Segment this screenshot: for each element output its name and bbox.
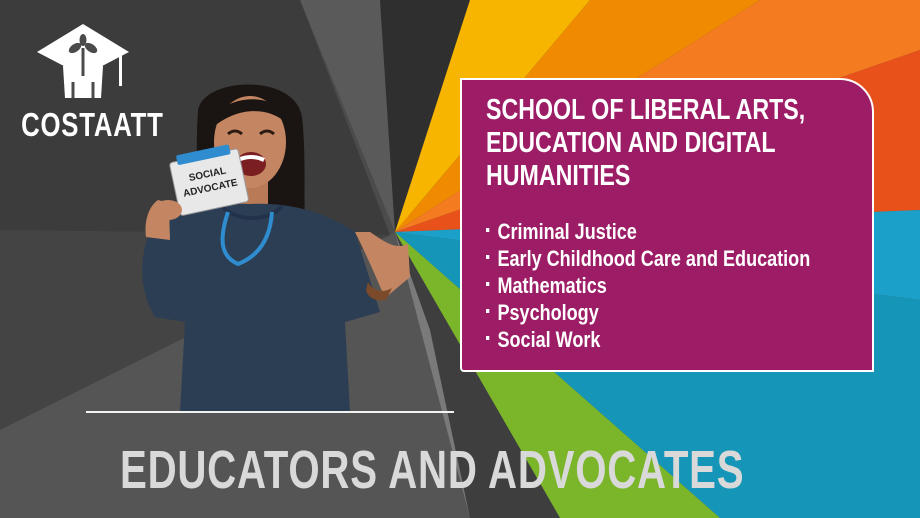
bullet-icon [486, 309, 490, 314]
program-item: Psychology [486, 299, 810, 326]
program-item: Early Childhood Care and Education [486, 245, 810, 272]
bullet-icon [486, 336, 490, 341]
program-item: Criminal Justice [486, 218, 810, 245]
program-item: Mathematics [486, 272, 810, 299]
program-label: Criminal Justice [497, 219, 637, 244]
program-label: Early Childhood Care and Education [497, 246, 811, 271]
school-title: SCHOOL OF LIBERAL ARTS, EDUCATION AND DI… [486, 94, 806, 193]
program-list: Criminal Justice Early Childhood Care an… [486, 218, 881, 353]
banner: COSTAATT SOCIAL ADVOCATE SCHOOL OF LIBER… [0, 0, 920, 518]
program-item: Social Work [486, 326, 810, 353]
bullet-icon [486, 255, 490, 260]
bullet-icon [486, 282, 490, 287]
program-label: Psychology [497, 300, 599, 325]
student-photo: SOCIAL ADVOCATE [142, 84, 410, 412]
school-title-line: HUMANITIES [486, 160, 631, 192]
program-label: Mathematics [497, 273, 607, 298]
program-label: Social Work [497, 327, 601, 352]
school-title-line: EDUCATION AND DIGITAL [486, 127, 776, 159]
school-title-line: SCHOOL OF LIBERAL ARTS, [486, 94, 806, 126]
bullet-icon [486, 228, 490, 233]
divider-line [86, 411, 454, 413]
headline: EDUCATORS AND ADVOCATES [120, 440, 745, 500]
brand-name: COSTAATT [21, 106, 164, 143]
school-info-box: SCHOOL OF LIBERAL ARTS, EDUCATION AND DI… [460, 78, 874, 372]
